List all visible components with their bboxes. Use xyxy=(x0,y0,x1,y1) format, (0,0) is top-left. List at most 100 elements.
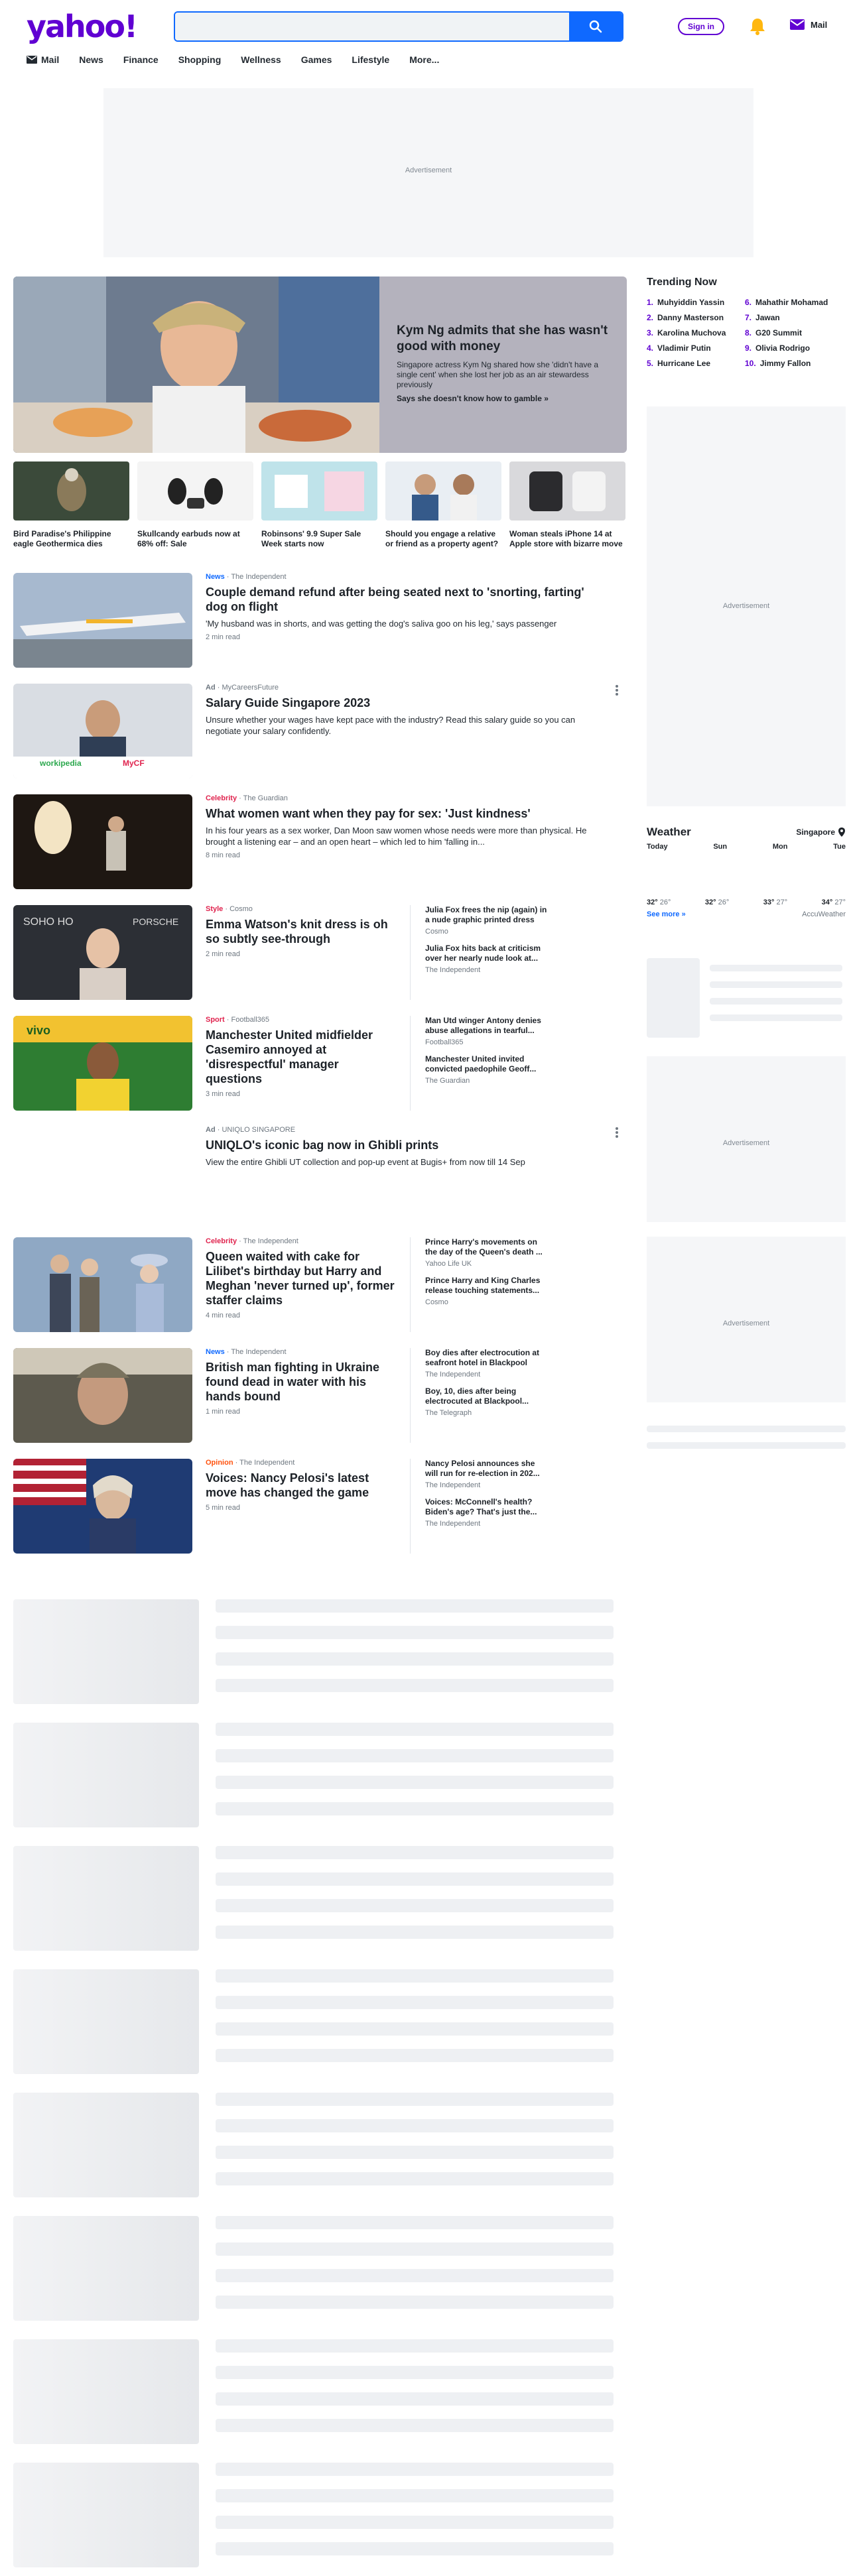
related-item[interactable]: Prince Harry and King Charles release to… xyxy=(425,1276,549,1306)
trending-item[interactable]: 1. Muhyiddin Yassin xyxy=(647,298,745,307)
bell-icon xyxy=(750,19,765,35)
placeholder-line xyxy=(647,1426,846,1432)
story-image xyxy=(13,573,192,668)
nav-finance[interactable]: Finance xyxy=(123,54,159,65)
sidebar-ad[interactable]: Advertisement xyxy=(647,1056,846,1222)
related-item[interactable]: Manchester United invited convicted paed… xyxy=(425,1054,549,1085)
nav-shopping[interactable]: Shopping xyxy=(178,54,222,65)
trending-label: Muhyiddin Yassin xyxy=(657,298,725,307)
placeholder-line xyxy=(216,1626,614,1639)
ad-label: Advertisement xyxy=(722,602,770,610)
related-item[interactable]: Boy, 10, dies after being electrocuted a… xyxy=(425,1386,549,1417)
nav-news[interactable]: News xyxy=(79,54,103,65)
nav-games[interactable]: Games xyxy=(301,54,332,65)
related-stories: Nancy Pelosi announces she will run for … xyxy=(410,1459,549,1554)
placeholder-image xyxy=(13,1599,199,1704)
read-time: 2 min read xyxy=(206,633,240,641)
thumb-item[interactable]: Bird Paradise's Philippine eagle Geother… xyxy=(13,461,129,549)
story-title[interactable]: Emma Watson's knit dress is oh so subtly… xyxy=(206,917,398,946)
sidebar-ad[interactable]: Advertisement xyxy=(647,406,846,806)
related-item[interactable]: Prince Harry's movements on the day of t… xyxy=(425,1237,549,1268)
story-category: Celebrity xyxy=(206,794,237,802)
sidebar-ad[interactable]: Advertisement xyxy=(647,1237,846,1402)
story-body: News · The Independent Couple demand ref… xyxy=(206,573,604,641)
trending-item[interactable]: 5. Hurricane Lee xyxy=(647,359,745,368)
nav-mail[interactable]: Mail xyxy=(27,54,59,65)
ad-story-item[interactable]: Ad · UNIQLO SINGAPORE UNIQLO's iconic ba… xyxy=(13,1126,627,1167)
notifications-button[interactable] xyxy=(748,17,767,40)
nav-more[interactable]: More... xyxy=(409,54,439,65)
weather-location-label: Singapore xyxy=(796,828,835,837)
trending-item[interactable]: 3. Karolina Muchova xyxy=(647,328,745,337)
trending-rank: 5. xyxy=(647,359,654,368)
story-title[interactable]: Salary Guide Singapore 2023 xyxy=(206,696,604,710)
search-button[interactable] xyxy=(569,13,622,40)
hero-link[interactable]: Says she doesn't know how to gamble » xyxy=(397,394,616,403)
trending-rank: 9. xyxy=(745,343,752,353)
thumb-title: Bird Paradise's Philippine eagle Geother… xyxy=(13,529,111,548)
related-title: Manchester United invited convicted paed… xyxy=(425,1054,537,1073)
thumb-image xyxy=(509,461,625,521)
trending-item[interactable]: 8. G20 Summit xyxy=(745,328,843,337)
yahoo-logo[interactable]: yahoo! xyxy=(27,7,138,46)
story-source: UNIQLO SINGAPORE xyxy=(222,1126,296,1134)
trending-item[interactable]: 6. Mahathir Mohamad xyxy=(745,298,843,307)
story-image xyxy=(13,1237,192,1332)
thumb-item[interactable]: Skullcandy earbuds now at 68% off: Sale xyxy=(137,461,253,549)
nav-lifestyle[interactable]: Lifestyle xyxy=(352,54,389,65)
story-category: Celebrity xyxy=(206,1237,237,1245)
placeholder-line xyxy=(216,2489,614,2502)
weather-see-more-link[interactable]: See more » xyxy=(647,910,686,918)
search-input[interactable] xyxy=(175,13,569,40)
trending-item[interactable]: 4. Vladimir Putin xyxy=(647,343,745,353)
related-source: The Independent xyxy=(425,966,481,974)
trending-now: Trending Now 1. Muhyiddin Yassin 6. Mahath… xyxy=(647,276,846,368)
placeholder-block xyxy=(647,958,700,1038)
trending-item[interactable]: 2. Danny Masterson xyxy=(647,313,745,322)
related-item[interactable]: Man Utd winger Antony denies abuse alleg… xyxy=(425,1016,549,1046)
story-category: News xyxy=(206,1348,225,1356)
placeholder-line xyxy=(216,2392,614,2406)
hero-story[interactable]: Kym Ng admits that she has wasn't good w… xyxy=(13,276,627,453)
related-title: Voices: McConnell's health? Biden's age?… xyxy=(425,1497,537,1516)
story-title[interactable]: Voices: Nancy Pelosi's latest move has c… xyxy=(206,1471,398,1500)
hero-title[interactable]: Kym Ng admits that she has wasn't good w… xyxy=(397,323,616,355)
thumb-item[interactable]: Robinsons' 9.9 Super Sale Week starts no… xyxy=(261,461,377,549)
related-source: Football365 xyxy=(425,1038,464,1046)
placeholder-line xyxy=(216,1723,614,1736)
related-source: The Guardian xyxy=(425,1077,470,1085)
related-item[interactable]: Nancy Pelosi announces she will run for … xyxy=(425,1459,549,1489)
trending-item[interactable]: 7. Jawan xyxy=(745,313,843,322)
sign-in-button[interactable]: Sign in xyxy=(678,18,724,35)
placeholder-line xyxy=(216,2119,614,2132)
story-title[interactable]: British man fighting in Ukraine found de… xyxy=(206,1360,398,1404)
placeholder-line xyxy=(216,2049,614,2062)
trending-item[interactable]: 9. Olivia Rodrigo xyxy=(745,343,843,353)
related-item[interactable]: Julia Fox hits back at criticism over he… xyxy=(425,944,549,974)
more-options-button[interactable] xyxy=(614,684,620,697)
trending-rank: 1. xyxy=(647,298,654,307)
related-item[interactable]: Voices: McConnell's health? Biden's age?… xyxy=(425,1497,549,1528)
related-item[interactable]: Boy dies after electrocution at seafront… xyxy=(425,1348,549,1379)
trending-label: Olivia Rodrigo xyxy=(755,343,811,353)
story-title[interactable]: UNIQLO's iconic bag now in Ghibli prints xyxy=(206,1138,604,1152)
thumb-item[interactable]: Woman steals iPhone 14 at Apple store wi… xyxy=(509,461,625,549)
trending-rank: 6. xyxy=(745,298,752,307)
story-title[interactable]: What women want when they pay for sex: '… xyxy=(206,806,604,821)
top-ad-banner[interactable]: Advertisement xyxy=(103,88,753,257)
story-title[interactable]: Manchester United midfielder Casemiro an… xyxy=(206,1028,398,1086)
weather-location[interactable]: Singapore xyxy=(796,828,846,837)
placeholder-image xyxy=(13,2216,199,2321)
trending-item[interactable]: 10. Jimmy Fallon xyxy=(745,359,843,368)
related-source: Cosmo xyxy=(425,1298,448,1306)
story-body: Celebrity · The Guardian What women want… xyxy=(206,794,604,859)
related-item[interactable]: Julia Fox frees the nip (again) in a nud… xyxy=(425,905,549,936)
nav-wellness[interactable]: Wellness xyxy=(241,54,281,65)
placeholder-line xyxy=(216,1872,614,1886)
mail-link[interactable]: Mail xyxy=(789,18,827,31)
story-title[interactable]: Queen waited with cake for Lilibet's bir… xyxy=(206,1249,398,1308)
more-options-button[interactable] xyxy=(614,1126,620,1139)
story-title[interactable]: Couple demand refund after being seated … xyxy=(206,585,604,614)
svg-text:SOHO HO: SOHO HO xyxy=(23,916,74,928)
thumb-item[interactable]: Should you engage a relative or friend a… xyxy=(385,461,501,549)
